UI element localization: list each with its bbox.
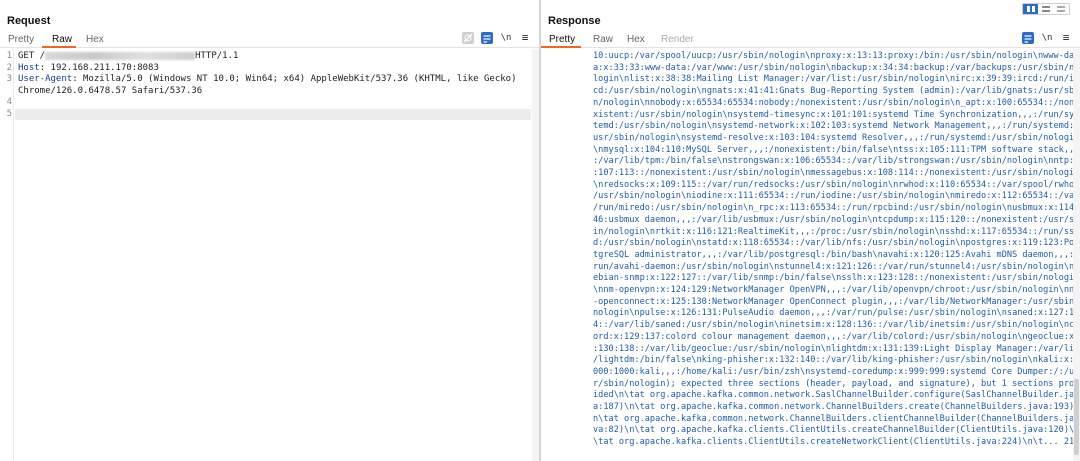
response-scrollbar[interactable]: [1073, 49, 1080, 461]
response-scroll-thumb[interactable]: [1074, 379, 1079, 455]
side-by-side-layout-icon[interactable]: [1023, 4, 1039, 14]
request-line-3-wrap: Chrome/126.0.6478.57 Safari/537.36: [18, 85, 203, 96]
response-line: a:187)\n\tat org.apache.kafka.common.net…: [593, 402, 1080, 412]
request-scrollbar[interactable]: [532, 49, 539, 461]
response-line: /lightdm:/bin/false\nking-phisher:x:132:…: [593, 355, 1080, 366]
request-tab-raw[interactable]: Raw: [52, 34, 72, 45]
request-menu-icon[interactable]: ≡: [519, 32, 531, 44]
response-line: n\tat org.apache.kafka.common.network.Ch…: [593, 413, 1075, 424]
response-line: a:x:33:33:www-data:/var/www:/usr/sbin/no…: [593, 62, 1080, 73]
stacked-layout-icon[interactable]: [1038, 4, 1053, 14]
response-line: r/sbin/nologin); expected three sections…: [593, 378, 1080, 389]
response-tabs: Pretty Raw Hex Render: [541, 32, 1080, 48]
response-line: /run/miredo:/usr/sbin/nologin\n_rpc:x:11…: [593, 203, 1080, 214]
response-line: nologin\npulse:x:126:131:PulseAudio daem…: [593, 308, 1080, 319]
request-tab-pretty[interactable]: Pretty: [8, 34, 34, 45]
response-line: 46:usbmux daemon,,,:/var/lib/usbmux:/usr…: [593, 214, 1080, 225]
request-line-2: Host: 192.168.211.170:8083: [18, 63, 531, 75]
response-line: :130:138::/var/lib/geoclue:/usr/sbin/nol…: [593, 343, 1080, 354]
response-menu-icon[interactable]: ≡: [1060, 32, 1072, 44]
response-line: usr/sbin/nologin\nsystemd-resolve:x:103:…: [593, 132, 1080, 143]
response-line: :/var/lib/tpm:/bin/false\nstrongswan:x:1…: [593, 156, 1080, 167]
redacted-path: [45, 51, 196, 60]
request-tab-hex[interactable]: Hex: [86, 34, 104, 45]
line-number: 1: [6, 51, 12, 61]
response-line: temd:/usr/sbin/nologin\nsystemd-network:…: [593, 121, 1080, 132]
response-tab-raw[interactable]: Raw: [593, 34, 613, 45]
wrap-lines-icon[interactable]: [481, 32, 493, 44]
response-line: ided\n\tat org.apache.kafka.common.netwo…: [593, 390, 1080, 401]
response-line: cd:/usr/sbin/nologin\ngnats:x:41:41:Gnat…: [593, 86, 1080, 97]
line-number: 3: [6, 74, 12, 85]
response-line: 10:uucp:/var/spool/uucp:/usr/sbin/nologi…: [593, 51, 1080, 61]
response-line: :107:113::/nonexistent:/usr/sbin/nologin…: [593, 168, 1080, 178]
request-active-tab-indicator: [42, 46, 76, 48]
request-line-1: GET / HTTP/1.1: [18, 51, 531, 63]
request-pane: Request Pretty Raw Hex \n ≡ 1 2 3 4 5 GE…: [0, 0, 539, 461]
response-line: \nmysql:x:104:110:MySQL Server,,,:/nonex…: [593, 144, 1080, 155]
header-name: User-Agent: [18, 74, 73, 85]
wrap-lines-icon[interactable]: [1022, 32, 1034, 44]
line-number: 2: [6, 62, 12, 73]
layout-view-toggle[interactable]: [1022, 3, 1070, 15]
request-tabs: Pretty Raw Hex: [0, 32, 539, 48]
header-value: : 192.168.211.170:8083: [39, 62, 159, 73]
request-title: Request: [7, 15, 51, 27]
request-editor[interactable]: 1 2 3 4 5 GET / HTTP/1.1 Host: 192.168.21…: [0, 49, 539, 461]
response-line: -openconnect:x:125:130:NetworkManager Op…: [593, 296, 1080, 307]
response-line: xistent:/usr/sbin/nologin\nsystemd-times…: [593, 109, 1080, 120]
response-line: run/avahi-daemon:/usr/sbin/nologin\nstun…: [593, 261, 1080, 272]
response-line: n/nologin\nnobody:x:65534:65534:nobody:/…: [593, 97, 1080, 108]
hide-nonprintable-icon[interactable]: [462, 32, 474, 44]
tabs-layout-icon[interactable]: [1054, 4, 1069, 14]
request-line-gutter: 1 2 3 4 5: [0, 49, 14, 461]
show-newlines-icon[interactable]: \n: [500, 32, 512, 44]
response-line: d:/usr/sbin/nologin\nstatd:x:118:65534::…: [593, 238, 1080, 249]
response-pane: Response Pretty Raw Hex Render \n ≡ 10:u…: [541, 0, 1080, 461]
request-http-version: HTTP/1.1: [195, 51, 239, 61]
line-number: 4: [6, 97, 12, 108]
response-line: \nredsocks:x:109:115::/var/run/redsocks:…: [593, 179, 1080, 190]
response-line: login\nlist:x:38:38:Mailing List Manager…: [593, 74, 1080, 85]
current-line-highlight: [15, 109, 531, 120]
response-title: Response: [548, 15, 601, 27]
response-tab-render[interactable]: Render: [661, 34, 694, 45]
response-body[interactable]: 10:uucp:/var/spool/uucp:/usr/sbin/nologi…: [541, 49, 1080, 461]
response-line: 000:1000:kali,,,:/home/kali:/usr/bin/zsh…: [593, 366, 1080, 377]
response-line: \nnm-openvpn:x:124:129:NetworkManager Op…: [593, 285, 1080, 295]
response-line: tgreSQL administrator,,,:/var/lib/postgr…: [593, 249, 1080, 260]
response-line: /usr/sbin/nologin\niodine:x:111:65534::/…: [593, 191, 1080, 202]
response-line: 4::/var/lib/saned:/usr/sbin/nologin\nine…: [593, 320, 1080, 331]
header-value: : Mozilla/5.0 (Windows NT 10.0; Win64; x…: [72, 74, 517, 85]
response-line: va:82)\n\tat org.apache.kafka.clients.Cl…: [593, 425, 1080, 436]
header-name: Host: [18, 62, 40, 73]
show-newlines-icon[interactable]: \n: [1041, 32, 1053, 44]
response-active-tab-indicator: [541, 46, 581, 48]
response-line: ord:x:129:137:colord colour management d…: [593, 331, 1075, 342]
request-line-3: User-Agent: Mozilla/5.0 (Windows NT 10.0…: [18, 74, 531, 86]
response-line: in/nologin\nrtkit:x:116:121:RealtimeKit,…: [593, 226, 1080, 237]
line-number: 5: [6, 109, 12, 119]
request-method-path: GET /: [18, 51, 46, 61]
response-line: \tat org.apache.kafka.clients.ClientUtil…: [593, 437, 1080, 448]
response-tab-pretty[interactable]: Pretty: [549, 34, 575, 45]
response-tab-hex[interactable]: Hex: [627, 34, 645, 45]
response-line: ebian-snmp:x:122:127::/var/lib/snmp:/bin…: [593, 273, 1080, 284]
